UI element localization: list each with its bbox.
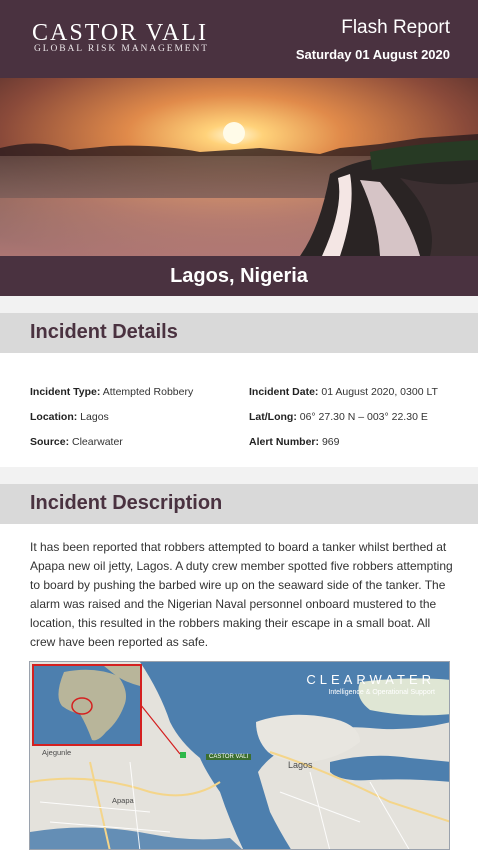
location-field: Location: Lagos <box>30 411 109 423</box>
incident-description-header: Incident Description <box>0 484 478 524</box>
alert-number-value: 969 <box>321 436 340 448</box>
alert-number-field: Alert Number: 969 <box>249 436 339 448</box>
incident-type-value: Attempted Robbery <box>102 386 194 398</box>
company-tagline: GLOBAL RISK MANAGEMENT <box>34 44 209 54</box>
alert-number-label: Alert Number: <box>249 436 320 448</box>
lat-long-value: 06° 27.30 N – 003° 22.30 E <box>299 411 428 423</box>
map-inset-africa <box>32 664 142 746</box>
report-header: CASTOR VALI GLOBAL RISK MANAGEMENT Flash… <box>0 0 478 78</box>
report-title: Flash Report <box>341 17 450 38</box>
location-value: Lagos <box>80 411 109 423</box>
location-title: Lagos, Nigeria <box>170 265 308 287</box>
spacer <box>0 296 478 313</box>
incident-details-heading: Incident Details <box>30 321 178 343</box>
source-field: Source: Clearwater <box>30 436 123 448</box>
spacer <box>0 467 478 484</box>
incident-pin-label: CASTOR VALI <box>206 754 252 760</box>
incident-date-label: Incident Date: <box>249 386 319 398</box>
hero-image <box>0 78 478 256</box>
incident-type-label: Incident Type: <box>30 386 101 398</box>
location-banner: Lagos, Nigeria <box>0 256 478 296</box>
company-logo: CASTOR VALI <box>32 20 209 46</box>
lat-long-field: Lat/Long: 06° 27.30 N – 003° 22.30 E <box>249 411 428 423</box>
incident-date-field: Incident Date: 01 August 2020, 0300 LT <box>249 386 438 398</box>
map-label-ajegunle: Ajegunle <box>42 748 72 757</box>
incident-details-panel: Incident Type: Attempted Robbery Inciden… <box>0 353 478 467</box>
clearwater-brand: CLEARWATER <box>306 672 435 687</box>
incident-description-text: It has been reported that robbers attemp… <box>30 540 453 649</box>
map-label-lagos: Lagos <box>288 760 313 770</box>
incident-description-panel: It has been reported that robbers attemp… <box>0 524 478 867</box>
source-label: Source: <box>30 436 70 448</box>
incident-type-field: Incident Type: Attempted Robbery <box>30 386 193 398</box>
incident-description-heading: Incident Description <box>30 492 223 514</box>
location-label: Location: <box>30 411 78 423</box>
clearwater-tagline: Intelligence & Operational Support <box>328 689 435 696</box>
map-label-apapa: Apapa <box>112 796 134 805</box>
report-date: Saturday 01 August 2020 <box>295 47 450 62</box>
lat-long-label: Lat/Long: <box>249 411 297 423</box>
source-value: Clearwater <box>72 436 123 448</box>
incident-date-value: 01 August 2020, 0300 LT <box>321 386 438 398</box>
incident-details-header: Incident Details <box>0 313 478 353</box>
incident-map: CLEARWATER Intelligence & Operational Su… <box>29 661 450 850</box>
